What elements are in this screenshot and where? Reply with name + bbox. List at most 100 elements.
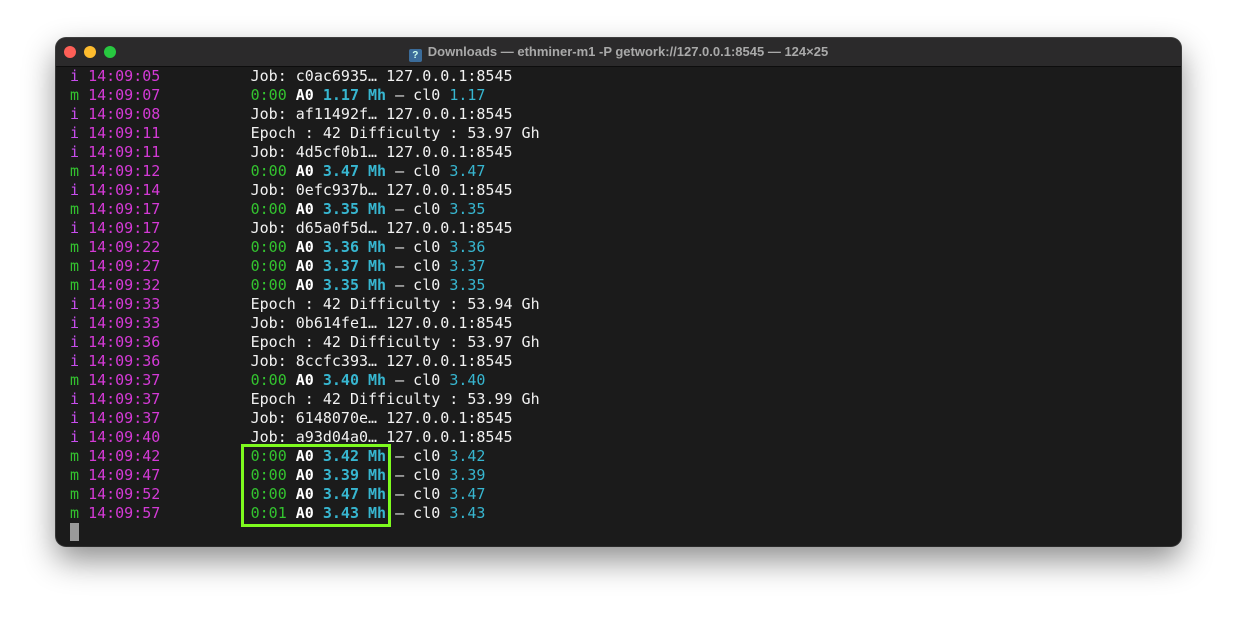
log-line: i 14:09:08 Job: af11492f… 127.0.0.1:8545	[70, 105, 1181, 124]
device-hashrate: 3.40	[449, 371, 486, 389]
log-line: m 14:09:32 0:00 A0 3.35 Mh – cl0 3.35	[70, 276, 1181, 295]
device-hashrate: 3.42	[449, 447, 486, 465]
log-line: m 14:09:42 0:00 A0 3.42 Mh – cl0 3.42	[70, 447, 1181, 466]
log-time: 14:09:11	[88, 124, 161, 142]
log-time: 14:09:47	[88, 466, 161, 484]
log-level: i	[70, 333, 80, 351]
log-line: i 14:09:11 Job: 4d5cf0b1… 127.0.0.1:8545	[70, 143, 1181, 162]
gpu-label: A0	[295, 371, 314, 389]
log-time: 14:09:08	[88, 105, 161, 123]
log-level: i	[70, 390, 80, 408]
window-title: Downloads — ethminer-m1 -P getwork://127…	[427, 44, 829, 59]
log-time: 14:09:36	[88, 333, 161, 351]
log-line: i 14:09:36 Epoch : 42 Difficulty : 53.97…	[70, 333, 1181, 352]
log-line: i 14:09:36 Job: 8ccfc393… 127.0.0.1:8545	[70, 352, 1181, 371]
log-line: m 14:09:52 0:00 A0 3.47 Mh – cl0 3.47	[70, 485, 1181, 504]
log-level: m	[70, 86, 80, 104]
terminal-folder-icon: ?	[408, 49, 422, 62]
minimize-button[interactable]	[84, 46, 96, 58]
log-message: Epoch : 42 Difficulty : 53.99 Gh	[250, 390, 540, 408]
log-time: 14:09:07	[88, 86, 161, 104]
log-line: i 14:09:14 Job: 0efc937b… 127.0.0.1:8545	[70, 181, 1181, 200]
log-time: 14:09:52	[88, 485, 161, 503]
elapsed-time: 0:00	[250, 276, 287, 294]
log-time: 14:09:57	[88, 504, 161, 522]
log-level: i	[70, 295, 80, 313]
gpu-label: A0	[295, 200, 314, 218]
log-level: m	[70, 238, 80, 256]
log-message: Job: 4d5cf0b1… 127.0.0.1:8545	[250, 143, 513, 161]
log-level: m	[70, 371, 80, 389]
log-level: i	[70, 181, 80, 199]
log-message: Job: 0b614fe1… 127.0.0.1:8545	[250, 314, 513, 332]
log-message: Epoch : 42 Difficulty : 53.97 Gh	[250, 124, 540, 142]
device-label: – cl0	[386, 257, 450, 275]
log-line: i 14:09:11 Epoch : 42 Difficulty : 53.97…	[70, 124, 1181, 143]
close-button[interactable]	[64, 46, 76, 58]
gpu-label: A0	[295, 257, 314, 275]
log-line: i 14:09:37 Job: 6148070e… 127.0.0.1:8545	[70, 409, 1181, 428]
log-level: i	[70, 352, 80, 370]
prompt-line	[70, 523, 1181, 542]
log-line: i 14:09:05 Job: c0ac6935… 127.0.0.1:8545	[70, 67, 1181, 86]
hashrate: 3.40 Mh	[322, 371, 387, 389]
log-time: 14:09:27	[88, 257, 161, 275]
log-message: Job: c0ac6935… 127.0.0.1:8545	[250, 67, 513, 85]
device-hashrate: 3.47	[449, 162, 486, 180]
log-time: 14:09:17	[88, 219, 161, 237]
log-message: Epoch : 42 Difficulty : 53.94 Gh	[250, 295, 540, 313]
device-hashrate: 3.35	[449, 200, 486, 218]
log-message: Job: af11492f… 127.0.0.1:8545	[250, 105, 513, 123]
text-cursor	[70, 523, 79, 541]
hashrate-highlight-box	[241, 444, 391, 527]
gpu-label: A0	[295, 86, 314, 104]
elapsed-time: 0:00	[250, 257, 287, 275]
device-label: – cl0	[386, 447, 450, 465]
elapsed-time: 0:00	[250, 238, 287, 256]
log-line: i 14:09:33 Job: 0b614fe1… 127.0.0.1:8545	[70, 314, 1181, 333]
device-label: – cl0	[386, 371, 450, 389]
log-line: i 14:09:37 Epoch : 42 Difficulty : 53.99…	[70, 390, 1181, 409]
log-time: 14:09:05	[88, 67, 161, 85]
device-hashrate: 3.47	[449, 485, 486, 503]
hashrate: 3.47 Mh	[322, 162, 387, 180]
device-hashrate: 3.43	[449, 504, 486, 522]
elapsed-time: 0:00	[250, 162, 287, 180]
log-line: m 14:09:22 0:00 A0 3.36 Mh – cl0 3.36	[70, 238, 1181, 257]
log-message: Epoch : 42 Difficulty : 53.97 Gh	[250, 333, 540, 351]
log-time: 14:09:36	[88, 352, 161, 370]
log-level: i	[70, 67, 80, 85]
log-time: 14:09:32	[88, 276, 161, 294]
hashrate: 3.36 Mh	[322, 238, 387, 256]
device-label: – cl0	[386, 504, 450, 522]
device-label: – cl0	[386, 466, 450, 484]
log-time: 14:09:42	[88, 447, 161, 465]
gpu-label: A0	[295, 238, 314, 256]
hashrate: 3.35 Mh	[322, 276, 387, 294]
log-line: m 14:09:47 0:00 A0 3.39 Mh – cl0 3.39	[70, 466, 1181, 485]
title-bar[interactable]: ? Downloads — ethminer-m1 -P getwork://12…	[56, 38, 1181, 67]
log-time: 14:09:11	[88, 143, 161, 161]
device-hashrate: 3.36	[449, 238, 486, 256]
log-level: m	[70, 162, 80, 180]
device-hashrate: 1.17	[449, 86, 486, 104]
elapsed-time: 0:00	[250, 200, 287, 218]
log-level: m	[70, 276, 80, 294]
device-hashrate: 3.39	[449, 466, 486, 484]
device-label: – cl0	[386, 86, 450, 104]
log-message: Job: 0efc937b… 127.0.0.1:8545	[250, 181, 513, 199]
device-label: – cl0	[386, 200, 450, 218]
device-label: – cl0	[386, 276, 450, 294]
log-line: m 14:09:37 0:00 A0 3.40 Mh – cl0 3.40	[70, 371, 1181, 390]
terminal-output[interactable]: i 14:09:05 Job: c0ac6935… 127.0.0.1:8545…	[70, 67, 1181, 542]
log-line: m 14:09:12 0:00 A0 3.47 Mh – cl0 3.47	[70, 162, 1181, 181]
log-time: 14:09:37	[88, 409, 161, 427]
log-level: i	[70, 124, 80, 142]
device-hashrate: 3.35	[449, 276, 486, 294]
hashrate: 3.35 Mh	[322, 200, 387, 218]
log-level: i	[70, 219, 80, 237]
log-time: 14:09:22	[88, 238, 161, 256]
log-level: m	[70, 200, 80, 218]
zoom-button[interactable]	[104, 46, 116, 58]
log-time: 14:09:33	[88, 314, 161, 332]
